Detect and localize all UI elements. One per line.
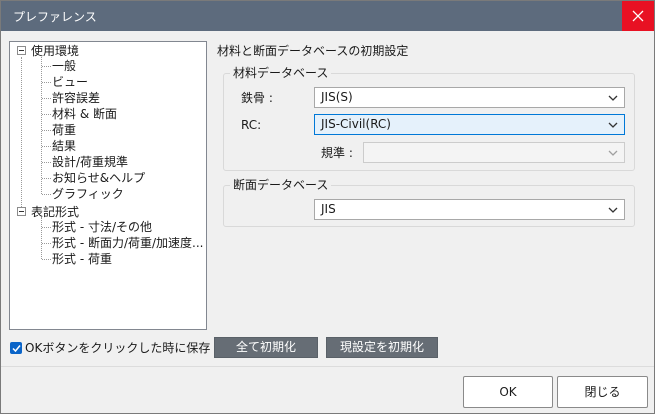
tree-connector	[42, 82, 51, 83]
chevron-down-icon	[608, 150, 618, 156]
tree-item-general[interactable]: 一般	[52, 58, 76, 74]
ok-button[interactable]: OK	[463, 376, 553, 408]
tree-item-format-dimension[interactable]: 形式 - 寸法/その他	[52, 219, 152, 235]
tree-connector	[42, 130, 51, 131]
tree-connector	[42, 162, 51, 163]
chevron-down-icon	[608, 122, 618, 128]
chevron-down-icon	[608, 207, 618, 213]
tree-item-load[interactable]: 荷重	[52, 122, 76, 138]
title-bar: プレファレンス	[1, 1, 654, 31]
tree-connector	[42, 114, 51, 115]
tree-connector	[42, 243, 51, 244]
tree-group-environment[interactable]: 使用環境	[31, 43, 79, 59]
select-value: JIS-Civil(RC)	[321, 117, 391, 131]
tree-item-graphics[interactable]: グラフィック	[52, 186, 124, 202]
select-value: JIS	[321, 202, 336, 216]
tree-connector	[41, 57, 42, 194]
tree-connector	[42, 259, 51, 260]
code-select[interactable]	[363, 142, 625, 163]
collapse-toggle-icon[interactable]	[17, 207, 26, 216]
steel-label: 鉄骨 :	[241, 91, 273, 105]
tree-connector	[41, 217, 42, 259]
tree-connector	[42, 146, 51, 147]
group-title: 断面データベース	[230, 178, 332, 192]
section-database-select[interactable]: JIS	[314, 199, 625, 220]
tree-group-notation[interactable]: 表記形式	[31, 204, 79, 220]
reset-all-button[interactable]: 全て初期化	[214, 337, 318, 358]
tree-connector	[42, 194, 51, 195]
tree-connector	[42, 227, 51, 228]
steel-database-select[interactable]: JIS(S)	[314, 87, 625, 108]
tree-item-results[interactable]: 結果	[52, 138, 76, 154]
tree-connector	[42, 98, 51, 99]
category-tree[interactable]: 使用環境 一般 ビュー 許容誤差 材料 & 断面 荷重 結果 設計/荷重規準 お…	[9, 41, 207, 330]
code-label: 規準 :	[321, 146, 353, 160]
tree-item-view[interactable]: ビュー	[52, 74, 88, 90]
tree-item-news-help[interactable]: お知らせ&ヘルプ	[52, 170, 145, 186]
checkmark-icon	[12, 345, 21, 353]
rc-database-select[interactable]: JIS-Civil(RC)	[314, 114, 625, 135]
tree-item-design-code[interactable]: 設計/荷重規準	[52, 154, 128, 170]
save-on-ok-label: OKボタンをクリックした時に保存	[25, 341, 211, 355]
tree-item-tolerance[interactable]: 許容誤差	[52, 90, 100, 106]
window-title: プレファレンス	[13, 10, 97, 24]
tree-connector	[21, 57, 22, 213]
section-heading: 材料と断面データベースの初期設定	[217, 44, 409, 58]
preferences-window: プレファレンス 使用環境 一般 ビュー 許容誤差 材料 & 断面 荷重 結果 設…	[0, 0, 655, 414]
close-icon	[632, 10, 644, 22]
save-on-ok-checkbox[interactable]	[10, 342, 22, 354]
close-window-button[interactable]	[622, 1, 654, 31]
reset-current-button[interactable]: 現設定を初期化	[326, 337, 438, 358]
rc-label: RC:	[241, 118, 262, 132]
collapse-toggle-icon[interactable]	[17, 46, 26, 55]
close-button[interactable]: 閉じる	[557, 376, 648, 408]
tree-item-material-section[interactable]: 材料 & 断面	[52, 106, 117, 122]
tree-item-format-load[interactable]: 形式 - 荷重	[52, 251, 112, 267]
tree-item-format-force[interactable]: 形式 - 断面力/荷重/加速度...	[52, 235, 204, 251]
chevron-down-icon	[608, 95, 618, 101]
group-title: 材料データベース	[230, 66, 332, 80]
tree-connector	[42, 66, 51, 67]
select-value: JIS(S)	[321, 90, 353, 104]
dialog-footer: OK 閉じる	[1, 366, 654, 413]
tree-connector	[42, 178, 51, 179]
